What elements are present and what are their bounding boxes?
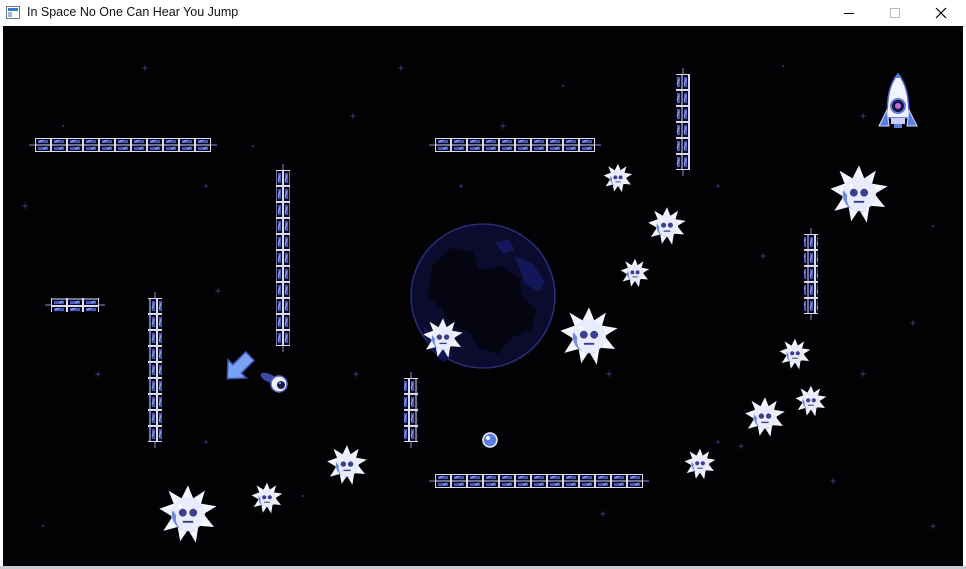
window-title: In Space No One Can Hear You Jump — [27, 5, 239, 19]
girder-pillar-center-left — [276, 164, 290, 352]
minimize-button[interactable] — [826, 0, 872, 26]
maximize-icon — [890, 8, 900, 18]
game-scene — [3, 26, 963, 566]
girder-pillar-left — [148, 292, 162, 448]
game-window: In Space No One Can Hear You Jump — [0, 0, 966, 569]
girder-platform-bottom — [429, 474, 649, 488]
girder-platform-small-left — [45, 298, 105, 312]
title-bar[interactable]: In Space No One Can Hear You Jump — [0, 0, 966, 27]
close-icon — [935, 7, 947, 19]
close-button[interactable] — [918, 0, 964, 26]
fuel-orb — [482, 432, 498, 448]
girder-platform-top-left — [29, 138, 217, 152]
game-canvas[interactable] — [3, 26, 963, 566]
maximize-button[interactable] — [872, 0, 918, 26]
app-window-icon — [6, 6, 20, 19]
girder-pillar-short — [404, 372, 418, 448]
girder-platform-top-center — [429, 138, 601, 152]
minimize-icon — [844, 13, 854, 14]
girder-pillar-top-right — [676, 68, 690, 176]
girder-pillar-right — [804, 228, 818, 320]
